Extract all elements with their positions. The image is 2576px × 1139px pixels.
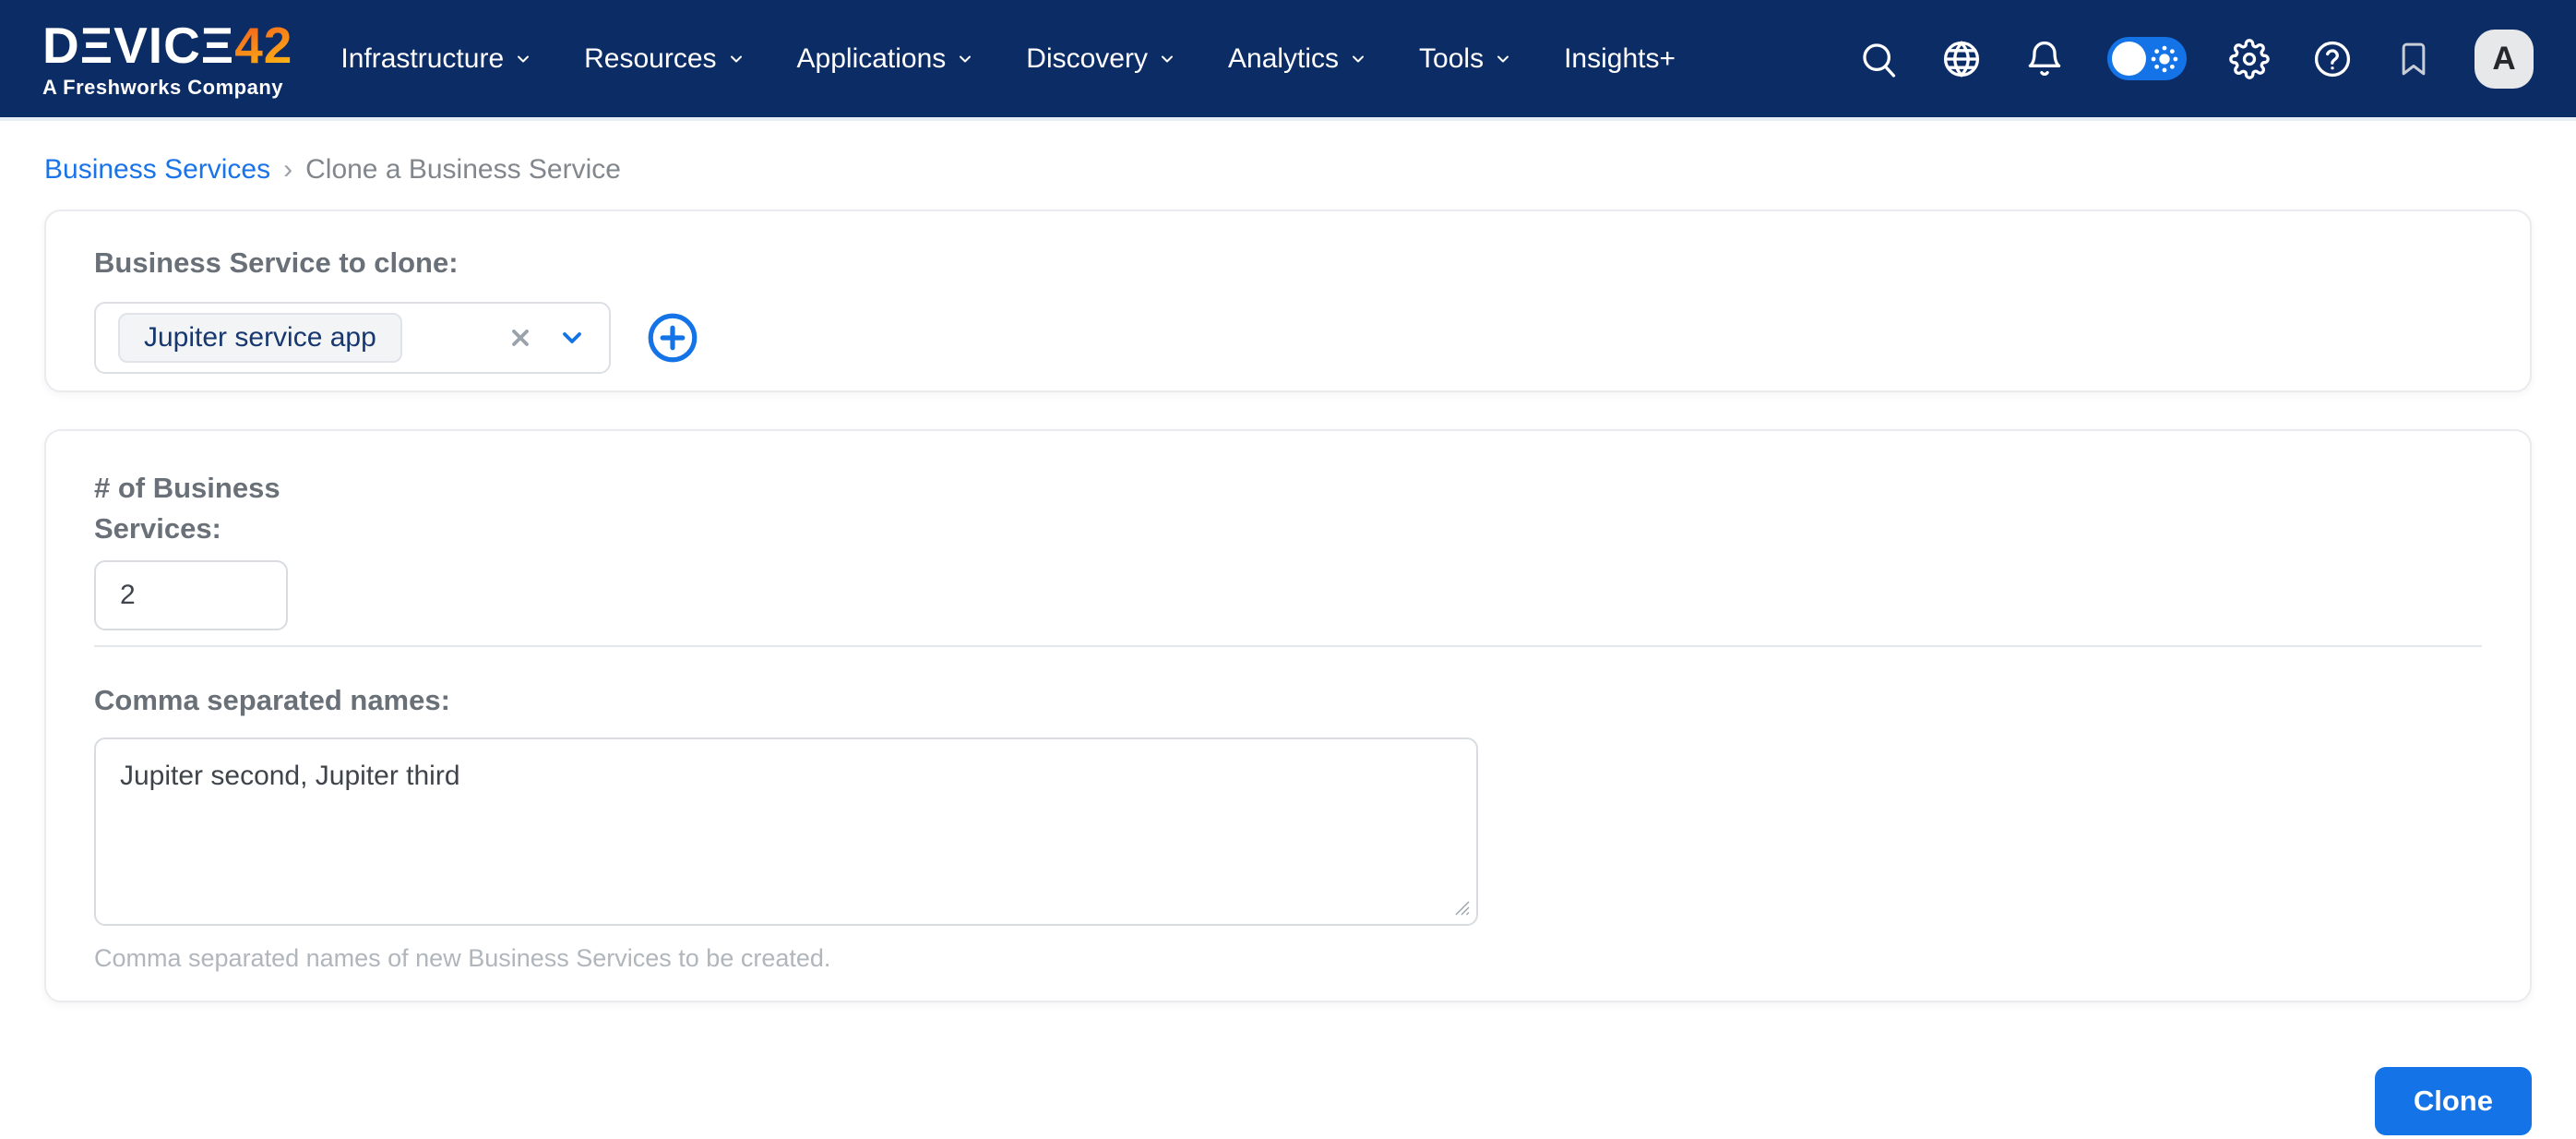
business-service-to-clone-label: Business Service to clone: bbox=[94, 246, 459, 279]
menu-item-analytics[interactable]: Analytics bbox=[1228, 43, 1367, 75]
sun-icon bbox=[2151, 45, 2178, 72]
navbar-actions: A bbox=[1858, 29, 2534, 89]
menu-item-resources[interactable]: Resources bbox=[584, 43, 745, 75]
clone-source-row: Jupiter service app bbox=[94, 302, 2482, 374]
business-service-select[interactable]: Jupiter service app bbox=[94, 302, 611, 374]
menu-item-label: Insights+ bbox=[1564, 42, 1676, 74]
selected-service-chip[interactable]: Jupiter service app bbox=[118, 313, 402, 363]
menu-item-label: Tools bbox=[1419, 42, 1485, 74]
logo-42: 42 bbox=[234, 16, 293, 74]
help-icon[interactable] bbox=[2312, 39, 2353, 79]
menu-item-applications[interactable]: Applications bbox=[797, 43, 975, 75]
number-of-services-input[interactable] bbox=[94, 560, 288, 630]
menu-item-discovery[interactable]: Discovery bbox=[1026, 43, 1176, 75]
search-icon[interactable] bbox=[1858, 39, 1899, 79]
breadcrumb: Business Services › Clone a Business Ser… bbox=[44, 154, 2532, 186]
bookmark-icon[interactable] bbox=[2395, 39, 2432, 79]
comma-separated-names-label: Comma separated names: bbox=[94, 684, 450, 716]
menu-item-insights[interactable]: Insights+ bbox=[1564, 43, 1676, 75]
device42-logo[interactable]: DΞVICΞ42 A Freshworks Company bbox=[42, 16, 293, 99]
chevron-down-icon bbox=[1353, 55, 1365, 62]
clone-button[interactable]: Clone bbox=[2374, 1067, 2532, 1135]
logo-tagline: A Freshworks Company bbox=[42, 75, 284, 99]
bell-icon[interactable] bbox=[2024, 39, 2065, 79]
form-actions: Clone bbox=[44, 1067, 2532, 1135]
globe-icon[interactable] bbox=[1941, 39, 1982, 79]
menu-item-infrastructure[interactable]: Infrastructure bbox=[340, 43, 532, 75]
page-content: Business Services › Clone a Business Ser… bbox=[0, 154, 2576, 1135]
chevron-down-icon bbox=[1497, 55, 1509, 62]
theme-toggle[interactable] bbox=[2107, 37, 2187, 80]
toggle-knob bbox=[2112, 42, 2146, 76]
gear-icon[interactable] bbox=[2229, 38, 2270, 79]
number-of-services-label: # of Business Services: bbox=[94, 472, 280, 545]
page-title: Clone a Business Service bbox=[305, 154, 621, 185]
add-circle-icon[interactable] bbox=[644, 309, 701, 366]
clone-options-card: # of Business Services: Comma separated … bbox=[44, 429, 2532, 1002]
menu-item-label: Analytics bbox=[1228, 42, 1340, 74]
menu-item-tools[interactable]: Tools bbox=[1419, 43, 1512, 75]
breadcrumb-business-services-link[interactable]: Business Services bbox=[44, 154, 270, 186]
top-navbar: DΞVICΞ42 A Freshworks Company Infrastruc… bbox=[0, 0, 2576, 121]
menu-item-label: Discovery bbox=[1026, 42, 1148, 74]
chevron-down-icon bbox=[518, 55, 530, 62]
select-controls bbox=[507, 323, 587, 353]
main-menu: Infrastructure Resources Applications Di… bbox=[340, 43, 1676, 75]
menu-item-label: Applications bbox=[796, 42, 947, 74]
names-textarea-wrap: Jupiter second, Jupiter third bbox=[94, 737, 1478, 926]
names-textarea[interactable]: Jupiter second, Jupiter third bbox=[94, 737, 1478, 926]
chevron-down-icon bbox=[1162, 55, 1173, 62]
card-divider bbox=[94, 645, 2482, 647]
names-help-text: Comma separated names of new Business Se… bbox=[94, 944, 831, 972]
avatar[interactable]: A bbox=[2475, 29, 2534, 89]
logo-wordmark: DΞVICΞ42 bbox=[42, 16, 293, 74]
menu-item-label: Infrastructure bbox=[340, 42, 505, 74]
chevron-down-icon[interactable] bbox=[557, 323, 587, 353]
clear-icon[interactable] bbox=[507, 325, 533, 351]
avatar-initial: A bbox=[2492, 40, 2516, 77]
menu-item-label: Resources bbox=[584, 42, 717, 74]
clone-source-card: Business Service to clone: Jupiter servi… bbox=[44, 210, 2532, 392]
breadcrumb-separator: › bbox=[283, 154, 293, 185]
chevron-down-icon bbox=[960, 55, 972, 62]
chevron-down-icon bbox=[730, 55, 742, 62]
